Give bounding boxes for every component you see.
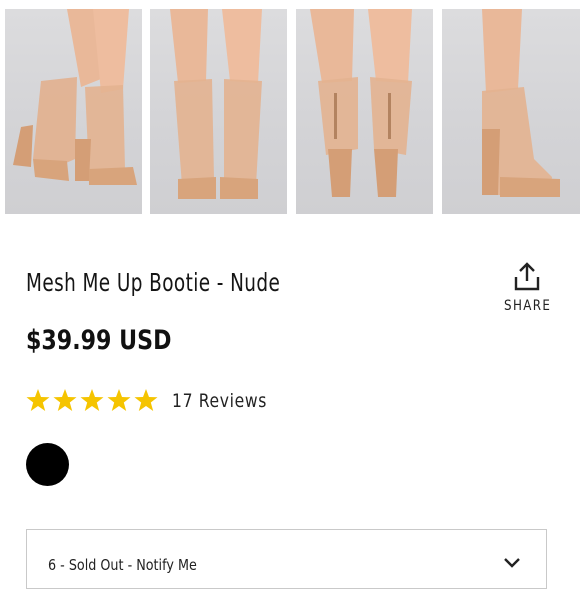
product-gallery (5, 9, 580, 214)
product-photo-back (310, 9, 412, 197)
color-swatch-black[interactable] (26, 443, 69, 486)
product-title: Mesh Me Up Bootie - Nude (26, 268, 281, 297)
product-thumbnail-1[interactable] (5, 9, 142, 214)
share-label: SHARE (504, 298, 552, 314)
chevron-down-icon (504, 558, 520, 568)
product-thumbnail-3[interactable] (296, 9, 433, 214)
star-icon (53, 389, 77, 411)
product-photo-side (13, 9, 137, 185)
star-icon (26, 389, 50, 411)
product-price: $39.99 USD (26, 325, 172, 356)
size-select-value: 6 - Sold Out - Notify Me (48, 556, 197, 574)
product-photo-front (170, 9, 262, 199)
star-icon (107, 389, 131, 411)
product-thumbnail-4[interactable] (442, 9, 580, 214)
star-icon (80, 389, 104, 411)
reviews-link[interactable]: 17 Reviews (172, 390, 267, 412)
product-photo-profile (482, 9, 560, 197)
star-icon (134, 389, 158, 411)
size-select[interactable]: 6 - Sold Out - Notify Me (26, 529, 547, 589)
share-button[interactable]: SHARE (500, 261, 554, 321)
share-icon (514, 262, 540, 291)
product-thumbnail-2[interactable] (150, 9, 287, 214)
star-rating (26, 389, 158, 411)
